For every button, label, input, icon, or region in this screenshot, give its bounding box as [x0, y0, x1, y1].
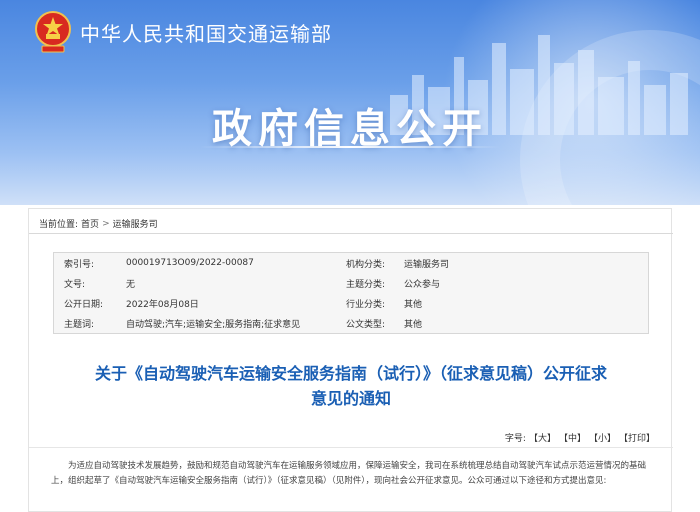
meta-row: 公开日期: 2022年08月08日 行业分类: 其他 — [54, 293, 648, 313]
site-header: 中华人民共和国交通运输部 — [34, 10, 332, 54]
header-banner: 中华人民共和国交通运输部 政府信息公开 — [0, 0, 700, 205]
meta-label: 公文类型: — [346, 319, 386, 330]
meta-label: 索引号: — [64, 259, 95, 270]
font-size-medium-button[interactable]: 【中】 — [559, 431, 586, 444]
meta-value: 2022年08月08日 — [126, 299, 199, 310]
meta-label: 主题分类: — [346, 279, 386, 290]
meta-row: 索引号: 000019713O09/2022-00087 机构分类: 运输服务司 — [54, 253, 648, 273]
meta-row: 主题词: 自动驾驶;汽车;运输安全;服务指南;征求意见 公文类型: 其他 — [54, 313, 648, 333]
meta-value: 自动驾驶;汽车;运输安全;服务指南;征求意见 — [126, 319, 301, 330]
print-button[interactable]: 【打印】 — [619, 431, 655, 444]
document-metadata-table: 索引号: 000019713O09/2022-00087 机构分类: 运输服务司… — [53, 252, 649, 334]
meta-row: 文号: 无 主题分类: 公众参与 — [54, 273, 648, 293]
meta-value: 000019713O09/2022-00087 — [126, 258, 254, 268]
national-emblem-icon[interactable] — [34, 10, 72, 54]
font-size-small-button[interactable]: 【小】 — [589, 431, 616, 444]
meta-label: 公开日期: — [64, 299, 104, 310]
meta-label: 文号: — [64, 279, 86, 290]
meta-label: 行业分类: — [346, 299, 386, 310]
breadcrumb-label: 当前位置: — [39, 220, 79, 230]
meta-value: 无 — [126, 279, 136, 290]
title-underline — [200, 146, 500, 148]
breadcrumb-home-link[interactable]: 首页 — [81, 217, 99, 230]
breadcrumb-divider — [29, 233, 673, 234]
document-title-line: 关于《自动驾驶汽车运输安全服务指南（试行）》（征求意见稿）公开征求 — [94, 364, 607, 383]
meta-value: 运输服务司 — [404, 259, 450, 270]
meta-value: 其他 — [404, 299, 423, 310]
font-size-label: 字号: — [504, 434, 526, 444]
ministry-name[interactable]: 中华人民共和国交通运输部 — [80, 18, 332, 47]
content-panel: 当前位置: 首页 > 运输服务司 索引号: 000019713O09/2022-… — [28, 208, 673, 512]
meta-value: 公众参与 — [404, 279, 441, 290]
breadcrumb-section-link[interactable]: 运输服务司 — [113, 217, 158, 230]
meta-value: 其他 — [404, 319, 423, 330]
meta-label: 机构分类: — [346, 259, 386, 270]
meta-label: 主题词: — [64, 319, 95, 330]
font-size-controls: 字号: 【大】 【中】 【小】 【打印】 — [505, 431, 655, 444]
document-title-line: 意见的通知 — [310, 389, 391, 408]
breadcrumb: 当前位置: 首页 > 运输服务司 — [39, 217, 158, 231]
document-body-paragraph: 为适应自动驾驶技术发展趋势，鼓励和规范自动驾驶汽车在运输服务领域应用，保障运输安… — [51, 461, 647, 486]
document-title: 关于《自动驾驶汽车运输安全服务指南（试行）》（征求意见稿）公开征求 意见的通知 — [49, 361, 653, 411]
breadcrumb-separator: > — [102, 218, 110, 229]
font-size-large-button[interactable]: 【大】 — [529, 431, 556, 444]
body-divider — [29, 447, 673, 448]
